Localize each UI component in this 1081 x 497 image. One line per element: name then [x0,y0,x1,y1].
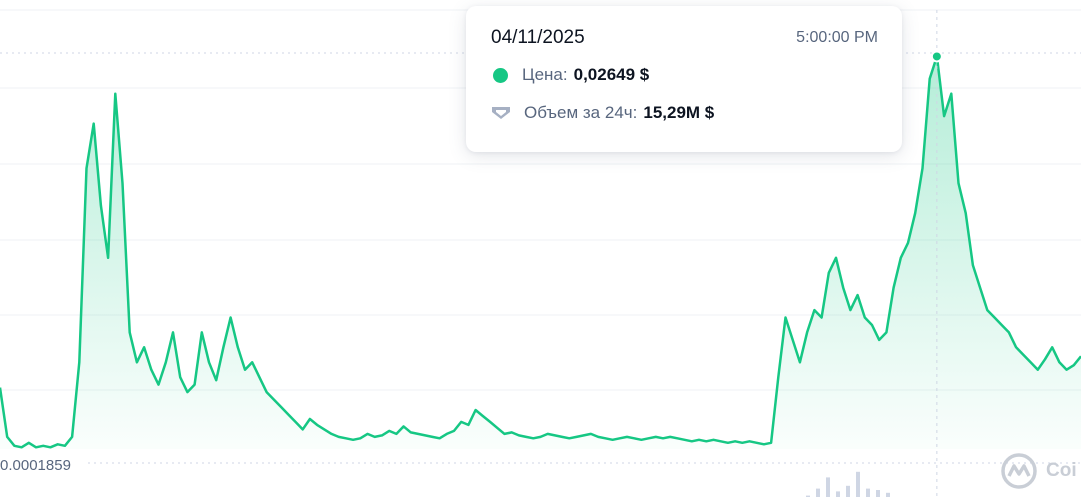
tooltip-time: 5:00:00 PM [796,29,878,46]
volume-bar [816,488,820,497]
tooltip-volume-value: 15,29M $ [643,103,715,122]
tooltip-date: 04/11/2025 [491,27,585,48]
tooltip-price-value: 0,02649 $ [573,65,650,84]
coinmarketcap-logo-icon [1001,453,1037,489]
volume-bar [826,477,830,497]
tooltip-volume-row: Объем за 24ч: 15,29M $ [491,102,714,124]
hover-point [930,50,943,63]
coinmarketcap-watermark: Coi [1000,452,1077,490]
watermark-text: Coi [1046,460,1077,481]
chart-tooltip: 04/11/2025 5:00:00 PM Цена: 0,02649 $ Об… [466,6,902,152]
tooltip-price-label: Цена: [522,65,568,84]
volume-bar [856,471,860,497]
y-tick-label-min: 0.0001859 [0,457,71,474]
volume-bar [836,491,840,497]
volume-bar [846,485,850,497]
volume-bar [886,492,890,497]
volume-bar [866,488,870,497]
volume-bar [876,490,880,497]
price-dot-icon [493,67,508,83]
tooltip-volume-label: Объем за 24ч: [524,103,638,122]
volume-icon [492,107,510,119]
tooltip-price-row: Цена: 0,02649 $ [491,64,649,86]
